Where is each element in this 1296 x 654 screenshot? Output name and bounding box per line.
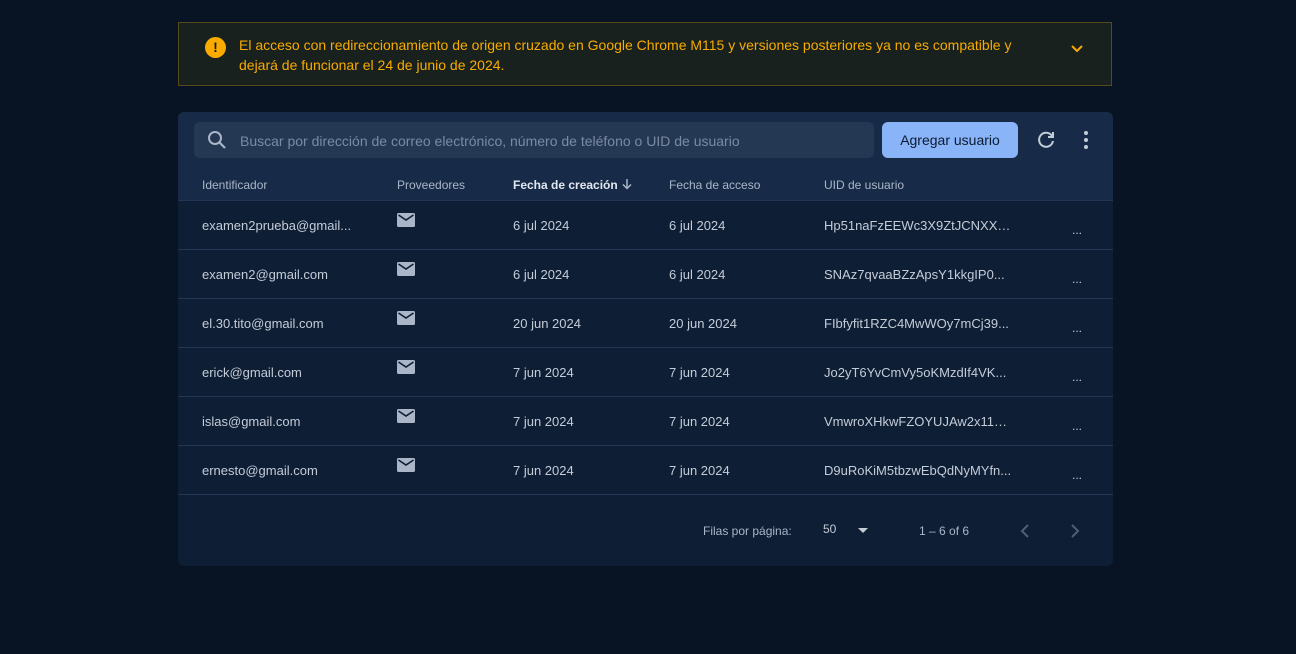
column-header-created[interactable]: Fecha de creación (513, 178, 618, 192)
row-more-button[interactable]: ... (1072, 272, 1082, 286)
rows-per-page-label: Filas por página: (703, 524, 792, 538)
table-row[interactable]: islas@gmail.com 7 jun 2024 7 jun 2024 Vm… (178, 396, 1113, 445)
row-uid: FIbfyfit1RZC4MwWOy7mCj39... (824, 316, 1009, 331)
add-user-button[interactable]: Agregar usuario (882, 122, 1018, 158)
row-identifier: examen2prueba@gmail... (202, 218, 352, 233)
search-bar[interactable] (194, 122, 874, 160)
email-icon (397, 458, 415, 472)
row-more-button[interactable]: ... (1072, 468, 1082, 482)
next-page-icon[interactable] (1064, 521, 1084, 541)
email-icon (397, 262, 415, 276)
row-identifier: erick@gmail.com (202, 365, 302, 380)
row-uid: SNAz7qvaaBZzApsY1kkgIP0... (824, 267, 1005, 282)
rows-per-page-value: 50 (823, 522, 837, 536)
row-last-signin: 7 jun 2024 (669, 365, 730, 380)
row-uid: VmwroXHkwFZOYUJAw2x11U... (824, 414, 1014, 429)
users-table-card: Agregar usuario Identificador Proveedore… (178, 112, 1113, 566)
refresh-icon[interactable] (1034, 128, 1058, 152)
more-vert-icon[interactable] (1074, 128, 1098, 152)
column-header-identifier[interactable]: Identificador (202, 178, 267, 192)
email-icon (397, 311, 415, 325)
row-created-date: 7 jun 2024 (513, 365, 574, 380)
table-divider (178, 494, 1113, 495)
row-last-signin: 6 jul 2024 (669, 218, 726, 233)
row-more-button[interactable]: ... (1072, 321, 1082, 335)
table-row[interactable]: el.30.tito@gmail.com 20 jun 2024 20 jun … (178, 298, 1113, 347)
table-row[interactable]: erick@gmail.com 7 jun 2024 7 jun 2024 Jo… (178, 347, 1113, 396)
warning-icon: ! (205, 37, 226, 58)
search-input[interactable] (238, 122, 862, 160)
dropdown-caret-icon (858, 528, 868, 533)
row-identifier: ernesto@gmail.com (202, 463, 318, 478)
banner-message: El acceso con redireccionamiento de orig… (239, 37, 1012, 73)
row-created-date: 6 jul 2024 (513, 218, 570, 233)
row-more-button[interactable]: ... (1072, 419, 1082, 433)
row-last-signin: 6 jul 2024 (669, 267, 726, 282)
row-created-date: 7 jun 2024 (513, 414, 574, 429)
table-row[interactable]: ernesto@gmail.com 7 jun 2024 7 jun 2024 … (178, 445, 1113, 494)
table-row[interactable]: examen2@gmail.com 6 jul 2024 6 jul 2024 … (178, 249, 1113, 298)
row-uid: D9uRoKiM5tbzwEbQdNyMYfn... (824, 463, 1012, 478)
row-more-button[interactable]: ... (1072, 370, 1082, 384)
email-icon (397, 409, 415, 423)
row-more-button[interactable]: ... (1072, 223, 1082, 237)
row-uid: Hp51naFzEEWc3X9ZtJCNXXB... (824, 218, 1014, 233)
row-identifier: examen2@gmail.com (202, 267, 328, 282)
row-created-date: 6 jul 2024 (513, 267, 570, 282)
row-identifier: islas@gmail.com (202, 414, 301, 429)
search-icon (208, 131, 226, 149)
row-created-date: 7 jun 2024 (513, 463, 574, 478)
row-last-signin: 20 jun 2024 (669, 316, 737, 331)
row-last-signin: 7 jun 2024 (669, 463, 730, 478)
sort-descending-icon[interactable] (621, 178, 633, 190)
pagination-range: 1 – 6 of 6 (919, 524, 970, 538)
row-identifier: el.30.tito@gmail.com (202, 316, 324, 331)
column-header-uid[interactable]: UID de usuario (824, 178, 904, 192)
email-icon (397, 360, 415, 374)
row-uid: Jo2yT6YvCmVy5oKMzdIf4VK... (824, 365, 1007, 380)
table-row[interactable]: examen2prueba@gmail... 6 jul 2024 6 jul … (178, 200, 1113, 249)
chevron-down-icon[interactable] (1069, 41, 1085, 57)
previous-page-icon[interactable] (1016, 521, 1036, 541)
deprecation-warning-banner: ! El acceso con redireccionamiento de or… (178, 22, 1112, 86)
email-icon (397, 213, 415, 227)
rows-per-page-select[interactable]: 50 (823, 522, 873, 540)
row-last-signin: 7 jun 2024 (669, 414, 730, 429)
column-header-last-signin[interactable]: Fecha de acceso (669, 178, 760, 192)
column-header-providers[interactable]: Proveedores (397, 178, 465, 192)
row-created-date: 20 jun 2024 (513, 316, 581, 331)
